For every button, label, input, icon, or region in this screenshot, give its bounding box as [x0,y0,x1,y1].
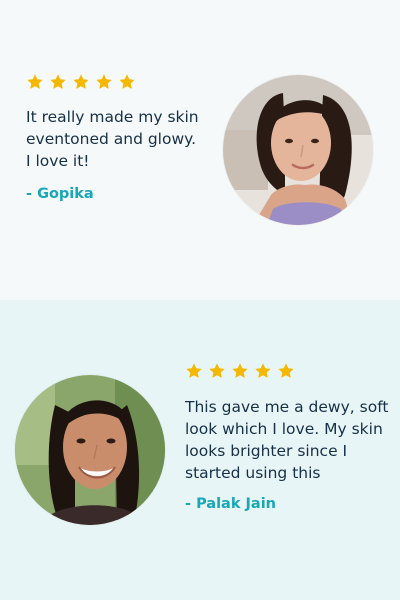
star-icon [118,73,136,91]
star-icon [185,362,203,380]
star-icon [26,73,44,91]
star-icon [277,362,295,380]
reviewer-photo [15,375,165,525]
star-rating [185,362,295,380]
review-card-2: This gave me a dewy, soft look which I l… [0,300,400,600]
review-author: - Gopika [26,186,94,202]
star-icon [254,362,272,380]
star-icon [49,73,67,91]
star-icon [72,73,90,91]
star-rating [26,73,136,91]
review-card-1: It really made my skin eventoned and glo… [0,0,400,300]
star-icon [95,73,113,91]
review-quote: It really made my skin eventoned and glo… [26,108,199,170]
reviewer-photo [223,75,373,225]
review-author: - Palak Jain [185,496,277,512]
star-icon [231,362,249,380]
star-icon [208,362,226,380]
review-quote: This gave me a dewy, soft look which I l… [185,398,389,482]
